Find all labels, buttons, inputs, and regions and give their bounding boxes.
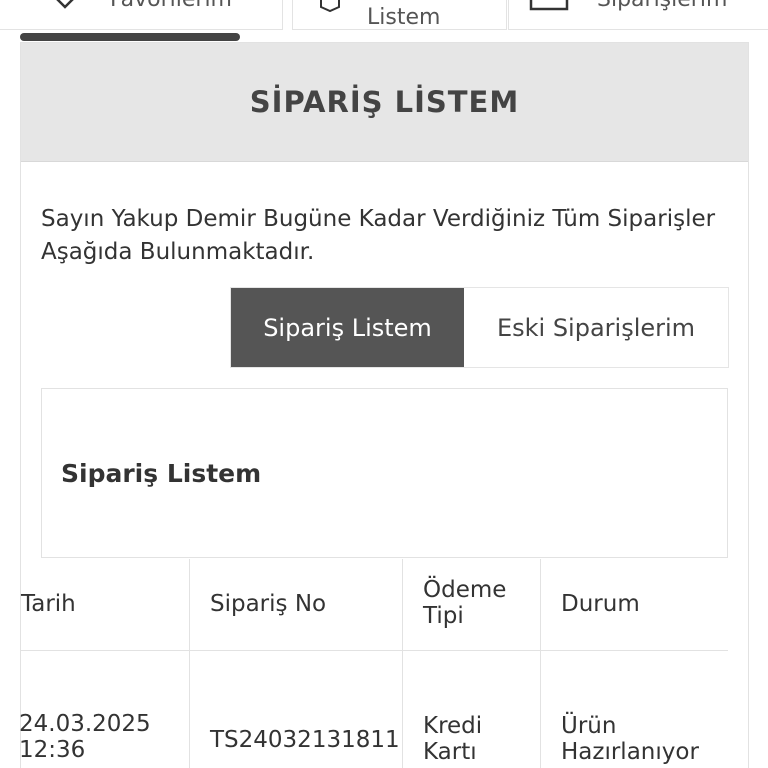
cell-order-no: TS24032131811 [190, 651, 403, 768]
greeting-text: Sayın Yakup Demir Bugüne Kadar Verdiğini… [41, 206, 716, 265]
tab-list-label: Listem [367, 5, 441, 30]
header-date: Tarih [21, 559, 190, 650]
order-list-card: SİPARİŞ LİSTEM Sayın Yakup Demir Bugüne … [19, 42, 749, 768]
cell-payment-type: Kredi Kartı [403, 651, 541, 768]
tab-list[interactable]: Listem [292, 0, 507, 30]
header-payment-type: Ödeme Tipi [403, 559, 541, 650]
tab-favorites[interactable]: Favorilerim [0, 0, 283, 30]
tab-orders-label: Siparişlerim [597, 0, 727, 12]
cell-status: Ürün Hazırlanıyor [561, 713, 699, 765]
order-list-toggle-button[interactable]: Sipariş Listem [231, 288, 464, 367]
section-title: Sipariş Listem [61, 459, 262, 488]
top-tab-strip: Favorilerim Listem Siparişlerim [0, 0, 768, 32]
table-header-row: Tarih Sipariş No Ödeme Tipi Durum [21, 559, 728, 651]
orders-table: Tarih Sipariş No Ödeme Tipi Durum 24.03.… [19, 559, 728, 768]
header-order-no: Sipariş No [190, 559, 403, 650]
tab-scroll-indicator[interactable] [20, 33, 240, 41]
cell-date: 24.03.2025 12:36 [19, 651, 190, 768]
tab-orders[interactable]: Siparişlerim [508, 0, 768, 30]
tab-favorites-label: Favorilerim [110, 0, 232, 12]
card-header: SİPARİŞ LİSTEM [21, 43, 748, 162]
header-status: Durum [561, 591, 640, 617]
box-icon [319, 0, 341, 17]
bag-icon [527, 0, 571, 17]
table-row[interactable]: 24.03.2025 12:36 TS24032131811 Kredi Kar… [19, 651, 728, 768]
old-orders-toggle-button[interactable]: Eski Siparişlerim [464, 288, 728, 367]
heart-icon [50, 0, 80, 13]
order-toggle: Sipariş Listem Eski Siparişlerim [230, 287, 729, 368]
order-list-section: Sipariş Listem [41, 388, 728, 558]
page-title: SİPARİŞ LİSTEM [249, 85, 520, 119]
